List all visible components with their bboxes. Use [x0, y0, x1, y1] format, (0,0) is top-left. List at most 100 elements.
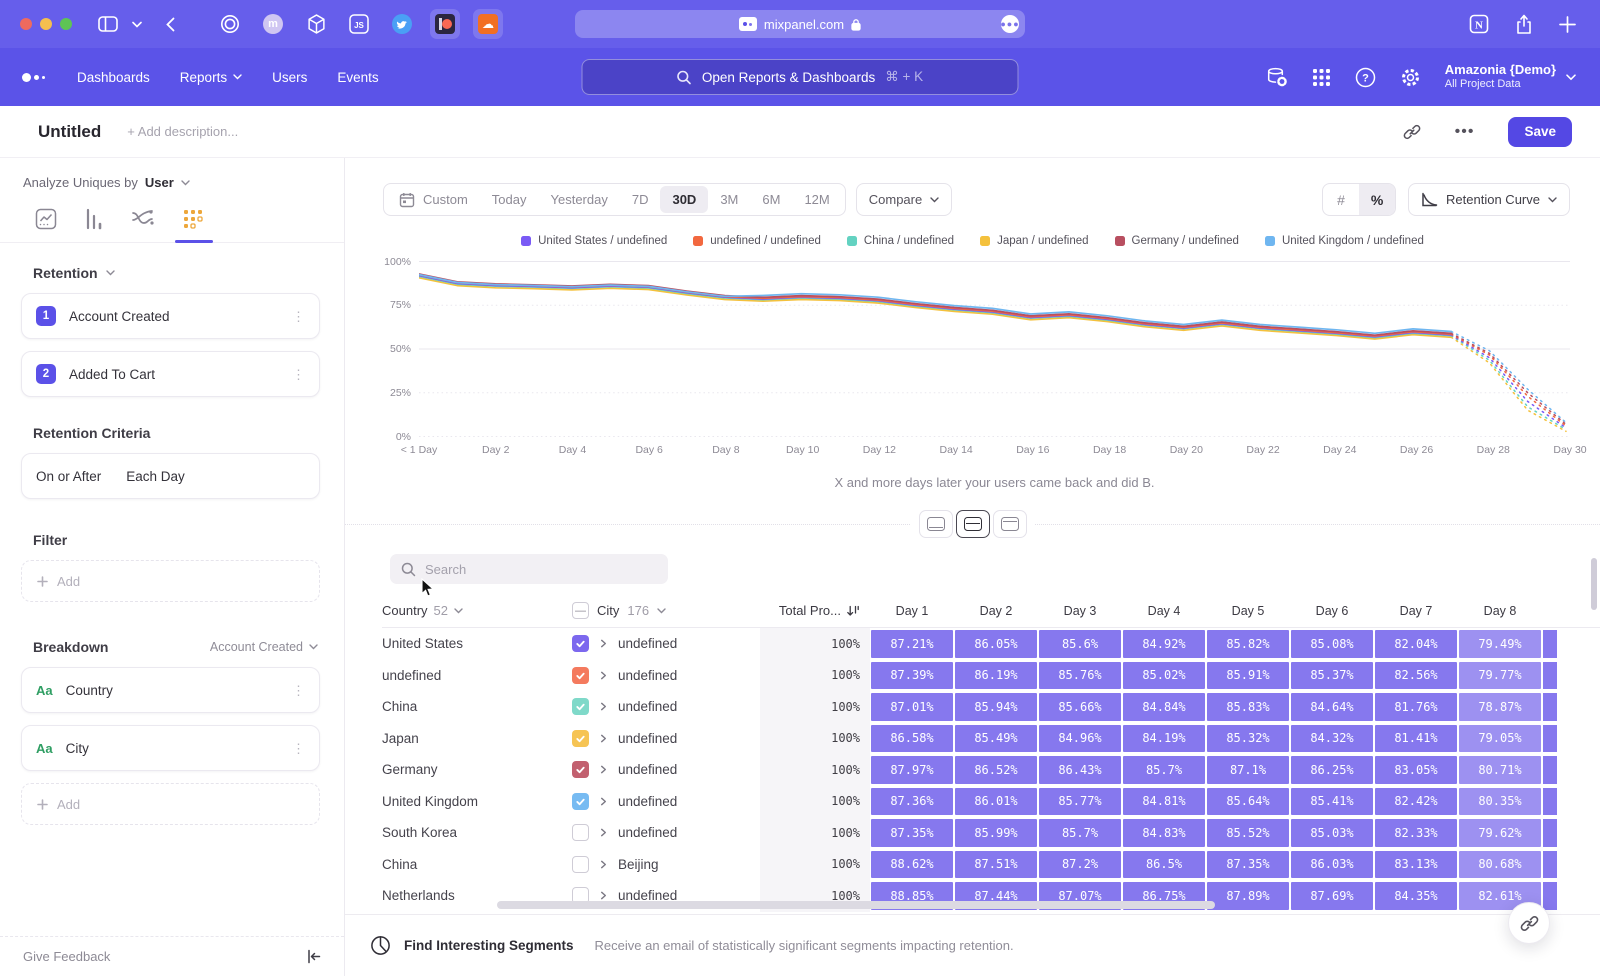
- expand-row-icon[interactable]: [599, 797, 608, 806]
- row-checkbox[interactable]: [572, 667, 589, 684]
- retention-value-cell[interactable]: 80.71%: [1459, 756, 1541, 784]
- report-title[interactable]: Untitled: [38, 122, 101, 142]
- tab-flows[interactable]: [131, 208, 155, 230]
- retention-value-cell[interactable]: 84.84%: [1123, 693, 1205, 721]
- breakdown-country[interactable]: Aa Country ⋮: [21, 667, 320, 713]
- expand-row-icon[interactable]: [599, 765, 608, 774]
- chart-type-dropdown[interactable]: Retention Curve: [1408, 183, 1570, 216]
- retention-value-cell[interactable]: 88.62%: [871, 851, 953, 879]
- retention-value-cell[interactable]: 85.66%: [1039, 693, 1121, 721]
- legend-item[interactable]: China / undefined: [847, 235, 954, 247]
- bird-extension-icon[interactable]: [387, 9, 417, 39]
- table-row[interactable]: United Kingdomundefined100%87.36%86.01%8…: [382, 786, 1600, 818]
- retention-value-cell[interactable]: 86.5%: [1123, 851, 1205, 879]
- notion-icon[interactable]: N: [1469, 14, 1489, 34]
- retention-value-cell[interactable]: 85.82%: [1207, 630, 1289, 658]
- patreon-extension-icon[interactable]: [430, 9, 460, 39]
- retention-value-cell[interactable]: 87.39%: [871, 662, 953, 690]
- day-column-header[interactable]: Day 3: [1038, 604, 1122, 618]
- retention-section-header[interactable]: Retention: [0, 265, 344, 281]
- tab-insights[interactable]: [35, 208, 57, 230]
- range-3m[interactable]: 3M: [708, 186, 750, 213]
- share-icon[interactable]: [1515, 14, 1533, 35]
- back-icon[interactable]: [166, 17, 175, 32]
- retention-value-cell[interactable]: 84.19%: [1123, 725, 1205, 753]
- retention-value-cell[interactable]: 84.83%: [1123, 819, 1205, 847]
- row-checkbox[interactable]: [572, 793, 589, 810]
- legend-item[interactable]: undefined / undefined: [693, 235, 821, 247]
- retention-value-cell[interactable]: 85.7%: [1123, 756, 1205, 784]
- legend-item[interactable]: Germany / undefined: [1115, 235, 1239, 247]
- expand-row-icon[interactable]: [599, 891, 608, 900]
- retention-step-2[interactable]: 2 Added To Cart ⋮: [21, 351, 320, 397]
- range-12m[interactable]: 12M: [792, 186, 841, 213]
- table-row[interactable]: United Statesundefined100%87.21%86.05%85…: [382, 628, 1600, 660]
- retention-value-cell[interactable]: 79.77%: [1459, 662, 1541, 690]
- apps-grid-icon[interactable]: [1312, 68, 1331, 87]
- retention-value-cell[interactable]: 85.08%: [1291, 630, 1373, 658]
- range-30d[interactable]: 30D: [660, 186, 708, 213]
- range-yesterday[interactable]: Yesterday: [539, 186, 620, 213]
- retention-value-cell[interactable]: 85.7%: [1039, 819, 1121, 847]
- table-row[interactable]: undefinedundefined100%87.39%86.19%85.76%…: [382, 660, 1600, 692]
- criteria-each-day[interactable]: Each Day: [126, 469, 185, 484]
- tab-retention[interactable]: [182, 208, 204, 230]
- retention-value-cell[interactable]: 85.99%: [955, 819, 1037, 847]
- select-all-checkbox[interactable]: —: [572, 602, 589, 619]
- total-column-header[interactable]: Total Pro...: [760, 603, 870, 618]
- legend-item[interactable]: United Kingdom / undefined: [1265, 235, 1424, 247]
- close-window-button[interactable]: [20, 18, 32, 30]
- retention-value-cell[interactable]: 87.36%: [871, 788, 953, 816]
- retention-value-cell[interactable]: 83.13%: [1375, 851, 1457, 879]
- retention-value-cell[interactable]: 85.02%: [1123, 662, 1205, 690]
- table-row[interactable]: ChinaBeijing100%88.62%87.51%87.2%86.5%87…: [382, 849, 1600, 881]
- retention-value-cell[interactable]: 85.41%: [1291, 788, 1373, 816]
- retention-value-cell[interactable]: 84.81%: [1123, 788, 1205, 816]
- tab-funnels[interactable]: [84, 208, 104, 230]
- retention-value-cell[interactable]: 83.05%: [1375, 756, 1457, 784]
- range-custom[interactable]: Custom: [387, 186, 480, 213]
- window-controls[interactable]: [20, 18, 72, 30]
- data-management-icon[interactable]: [1266, 67, 1288, 88]
- expand-row-icon[interactable]: [599, 828, 608, 837]
- analyze-value-dropdown[interactable]: User: [145, 175, 174, 190]
- minimize-window-button[interactable]: [40, 18, 52, 30]
- day-column-header[interactable]: Day 6: [1290, 604, 1374, 618]
- retention-value-cell[interactable]: 86.03%: [1291, 851, 1373, 879]
- criteria-on-or-after[interactable]: On or After: [36, 469, 101, 484]
- filter-add-button[interactable]: Add: [21, 560, 320, 602]
- nav-reports[interactable]: Reports: [180, 70, 242, 85]
- avatar-extension-icon[interactable]: m: [258, 9, 288, 39]
- kebab-menu-icon[interactable]: ⋮: [292, 310, 305, 323]
- kebab-menu-icon[interactable]: ⋮: [292, 684, 305, 697]
- share-link-fab[interactable]: [1508, 902, 1550, 944]
- retention-value-cell[interactable]: 85.52%: [1207, 819, 1289, 847]
- help-icon[interactable]: ?: [1355, 67, 1376, 88]
- address-bar[interactable]: mixpanel.com ●●●: [575, 10, 1025, 38]
- legend-item[interactable]: United States / undefined: [521, 235, 667, 247]
- new-tab-icon[interactable]: [1559, 16, 1576, 33]
- retention-value-cell[interactable]: 84.64%: [1291, 693, 1373, 721]
- retention-criteria-card[interactable]: On or After Each Day: [21, 453, 320, 499]
- expand-row-icon[interactable]: [599, 639, 608, 648]
- retention-value-cell[interactable]: 85.49%: [955, 725, 1037, 753]
- table-row[interactable]: Japanundefined100%86.58%85.49%84.96%84.1…: [382, 723, 1600, 755]
- retention-value-cell[interactable]: 84.35%: [1375, 882, 1457, 910]
- retention-value-cell[interactable]: 82.04%: [1375, 630, 1457, 658]
- retention-value-cell[interactable]: 86.25%: [1291, 756, 1373, 784]
- absolute-numbers-toggle[interactable]: #: [1323, 184, 1359, 215]
- nav-users[interactable]: Users: [272, 70, 307, 85]
- expand-row-icon[interactable]: [599, 860, 608, 869]
- retention-value-cell[interactable]: 87.51%: [955, 851, 1037, 879]
- retention-value-cell[interactable]: 87.35%: [1207, 851, 1289, 879]
- legend-item[interactable]: Japan / undefined: [980, 235, 1088, 247]
- account-switcher[interactable]: Amazonia {Demo} All Project Data: [1445, 62, 1576, 92]
- retention-value-cell[interactable]: 87.21%: [871, 630, 953, 658]
- day-column-header[interactable]: Day 2: [954, 604, 1038, 618]
- mixpanel-logo[interactable]: [22, 73, 45, 82]
- day-column-header[interactable]: Day 7: [1374, 604, 1458, 618]
- retention-value-cell[interactable]: 87.89%: [1207, 882, 1289, 910]
- settings-gear-icon[interactable]: [1400, 67, 1421, 88]
- retention-value-cell[interactable]: 87.01%: [871, 693, 953, 721]
- retention-value-cell[interactable]: 84.96%: [1039, 725, 1121, 753]
